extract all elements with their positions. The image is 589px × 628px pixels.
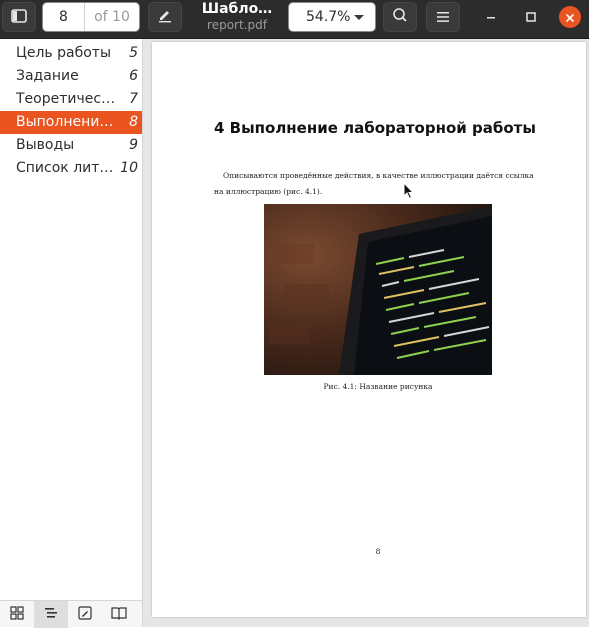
document-filename: report.pdf (207, 18, 267, 32)
page-footer-number: 8 (375, 547, 381, 556)
outline-item-label: Список лит… (16, 160, 114, 176)
main-menu-button[interactable] (426, 2, 460, 32)
sidebar-mode-tabs (0, 600, 142, 628)
window-title: Шабло… report.pdf (192, 1, 282, 33)
outline-item[interactable]: Выводы 9 (0, 134, 142, 157)
close-icon (565, 8, 575, 27)
minimize-button[interactable] (480, 6, 502, 28)
outline-item-page: 10 (120, 160, 138, 176)
annotate-button[interactable] (148, 2, 182, 32)
page-selector[interactable]: 8 of 10 (42, 2, 140, 32)
bookmarks-icon (111, 605, 127, 624)
sidebar-toggle-button[interactable] (2, 2, 36, 32)
outline-sidebar: Цель работы 5 Задание 6 Теоретичес… 7 Вы… (0, 39, 143, 627)
minimize-icon (485, 8, 497, 27)
hamburger-menu-icon (436, 8, 450, 27)
outline-item-page: 5 (129, 45, 138, 61)
outline-item-page: 6 (129, 68, 138, 84)
thumbnails-icon (10, 605, 24, 624)
search-icon (392, 7, 408, 27)
outline-item[interactable]: Список лит… 10 (0, 157, 142, 180)
chevron-down-icon (354, 15, 364, 20)
outline-item[interactable]: Цель работы 5 (0, 42, 142, 65)
outline-item-label: Выполнени… (16, 114, 114, 130)
figure-caption: Рис. 4.1: Название рисунка (323, 382, 433, 391)
document-canvas[interactable]: 4 Выполнение лабораторной работы Описыва… (143, 39, 589, 627)
outline-item-label: Выводы (16, 137, 75, 153)
maximize-button[interactable] (520, 6, 542, 28)
paragraph-line: на иллюстрацию (рис. 4.1). (214, 187, 323, 196)
figure-image (264, 204, 492, 375)
section-heading: 4 Выполнение лабораторной работы (214, 119, 536, 137)
body-paragraph: Описываются проведённые действия, в каче… (214, 168, 544, 200)
document-title: Шабло… (201, 1, 273, 17)
outline-item-label: Теоретичес… (16, 91, 116, 107)
tab-annotations[interactable] (68, 601, 102, 628)
outline-item-page: 7 (129, 91, 138, 107)
pencil-icon (157, 7, 173, 27)
paragraph-line: Описываются проведённые действия, в каче… (223, 171, 534, 180)
outline-item[interactable]: Теоретичес… 7 (0, 88, 142, 111)
zoom-value: 54.7% (306, 9, 351, 25)
tab-bookmarks[interactable] (102, 601, 136, 628)
outline-item-label: Задание (16, 68, 79, 84)
maximize-icon (525, 8, 537, 27)
annotations-icon (78, 605, 92, 624)
outline-item-page: 8 (129, 114, 138, 130)
tab-outline[interactable] (34, 601, 68, 628)
outline-item-label: Цель работы (16, 45, 112, 61)
outline-item-selected[interactable]: Выполнени… 8 (0, 111, 142, 134)
sidebar-toggle-icon (11, 8, 27, 27)
outline-item[interactable]: Задание 6 (0, 65, 142, 88)
page-number-input[interactable]: 8 (43, 3, 85, 31)
close-button[interactable] (559, 6, 581, 28)
header-bar: 8 of 10 Шабло… report.pdf 54.7% (0, 0, 589, 39)
tab-thumbnails[interactable] (0, 601, 34, 628)
zoom-selector[interactable]: 54.7% (288, 2, 376, 32)
outline-item-page: 9 (129, 137, 138, 153)
outline-icon (44, 605, 58, 624)
pdf-page: 4 Выполнение лабораторной работы Описыва… (152, 42, 586, 617)
page-total-label: of 10 (94, 9, 130, 25)
search-button[interactable] (383, 2, 417, 32)
mouse-pointer-icon (403, 181, 415, 204)
